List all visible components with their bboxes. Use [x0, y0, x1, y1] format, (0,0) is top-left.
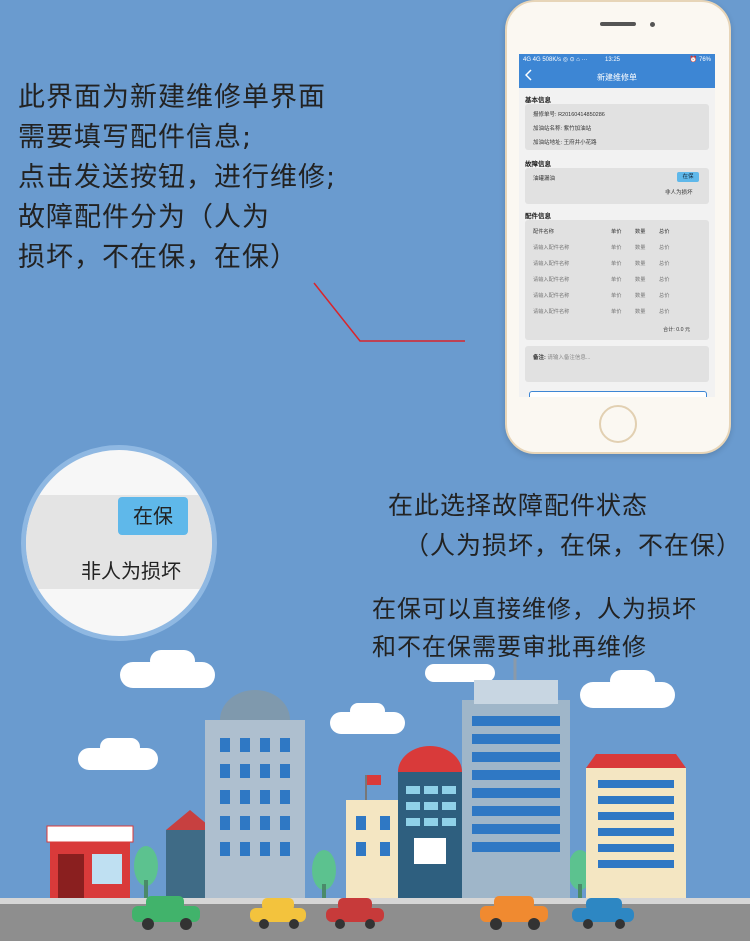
part-qty-input[interactable]: 数量 — [635, 276, 645, 283]
shop-building — [46, 825, 134, 900]
part-qty-input[interactable]: 数量 — [635, 244, 645, 251]
col-header-qty: 数量 — [635, 229, 646, 235]
part-price-input[interactable]: 单价 — [611, 276, 621, 283]
cloud-icon — [330, 703, 405, 734]
home-button — [599, 405, 637, 443]
part-qty-input[interactable]: 数量 — [635, 260, 645, 267]
part-name-input[interactable]: 请输入配件名称 — [533, 308, 569, 315]
section-title-fault: 故障信息 — [525, 161, 551, 168]
cloud-icon — [580, 670, 675, 708]
status-bar: 4G 4G 508K/s ◎ ⊙ ⌂ ··· 13:25 ⏰ 76% — [519, 54, 715, 66]
nav-bar: 新建维修单 — [519, 66, 715, 88]
field-label: 加油站名称: — [533, 126, 563, 132]
part-name-input[interactable]: 请输入配件名称 — [533, 244, 569, 251]
field-station-address: 加油站地址: 王府井小花路 — [533, 138, 597, 146]
apartment-building — [586, 754, 686, 900]
status-time: 13:25 — [605, 57, 621, 63]
part-name-input[interactable]: 请输入配件名称 — [533, 260, 569, 267]
remark-input[interactable]: 请输入备注信息... — [547, 355, 590, 361]
status-signal: 4G 4G 508K/s ◎ ⊙ ⌂ ··· — [523, 57, 588, 63]
remark-label: 备注: — [533, 355, 546, 361]
col-header-price: 单价 — [611, 229, 622, 235]
parts-info-card: 配件名称 单价 数量 总价 请输入配件名称 单价 数量 总价 请输入配件名称 单… — [525, 220, 709, 340]
dome-building — [398, 746, 462, 900]
field-label: 加油站地址: — [533, 140, 563, 146]
zoom-status-option: 非人为损坏 — [81, 559, 181, 583]
front-camera — [650, 22, 655, 27]
instruction-line: 此界面为新建维修单界面 — [18, 82, 326, 113]
annotation-approval-line: 在保可以直接维修，人为损坏 — [372, 595, 697, 623]
cloud-icon — [120, 650, 215, 688]
field-label: 报修单号: — [533, 112, 557, 118]
part-name-input[interactable]: 请输入配件名称 — [533, 276, 569, 283]
zoom-magnifier: 在保 非人为损坏 — [21, 445, 217, 641]
cloud-icon — [78, 738, 158, 770]
basic-info-card: 报修单号: R20160414850286 加油站名称: 紫竹加油站 加油站地址… — [525, 104, 709, 150]
part-price-input[interactable]: 单价 — [611, 244, 621, 251]
part-price-input[interactable]: 单价 — [611, 260, 621, 267]
office-building — [346, 775, 402, 900]
status-battery: ⏰ 76% — [689, 57, 711, 63]
phone-mockup: 4G 4G 508K/s ◎ ⊙ ⌂ ··· 13:25 ⏰ 76% 新建维修单… — [505, 0, 731, 454]
fault-info-card: 油罐漏油 在保 非人为损坏 — [525, 168, 709, 204]
instruction-line: 需要填写配件信息; — [18, 122, 253, 153]
part-qty-input[interactable]: 数量 — [635, 292, 645, 299]
field-order-number: 报修单号: R20160414850286 — [533, 110, 605, 118]
instruction-line: 故障配件分为（人为 — [18, 202, 270, 233]
col-header-total: 总价 — [659, 229, 670, 235]
col-header-name: 配件名称 — [533, 229, 554, 235]
annotation-select-status: 在此选择故障配件状态 — [388, 491, 649, 520]
remark-row: 备注: 请输入备注信息... — [533, 353, 590, 361]
field-value: 紫竹加油站 — [563, 126, 592, 132]
status-tag-selected[interactable]: 在保 — [677, 172, 699, 182]
speaker-grille — [600, 22, 636, 26]
field-value: R20160414850286 — [558, 112, 605, 118]
field-station-name: 加油站名称: 紫竹加油站 — [533, 124, 591, 132]
part-price-input[interactable]: 单价 — [611, 308, 621, 315]
city-illustration — [0, 650, 750, 941]
part-qty-input[interactable]: 数量 — [635, 308, 645, 315]
total-label: 合计: — [663, 327, 675, 333]
status-tag-option[interactable]: 非人为损坏 — [665, 188, 693, 196]
parts-total: 合计: 0.0 元 — [663, 326, 690, 333]
part-total-cell: 总价 — [659, 293, 670, 299]
instruction-line: 损坏，不在保，在保） — [18, 242, 298, 273]
instruction-text: 此界面为新建维修单界面 需要填写配件信息; 点击发送按钮，进行维修; 故障配件分… — [18, 78, 378, 278]
remark-field[interactable]: 备注: 请输入备注信息... — [525, 346, 709, 382]
part-price-input[interactable]: 单价 — [611, 292, 621, 299]
field-value: 王府井小花路 — [563, 140, 597, 146]
tree-icon — [134, 846, 158, 900]
section-title-basic: 基本信息 — [525, 97, 551, 104]
page-title: 新建维修单 — [597, 73, 637, 82]
glass-tower-building — [462, 658, 570, 900]
section-title-parts: 配件信息 — [525, 213, 551, 220]
instruction-line: 点击发送按钮，进行维修; — [18, 162, 337, 193]
part-total-cell: 总价 — [659, 277, 670, 283]
app-screen: 4G 4G 508K/s ◎ ⊙ ⌂ ··· 13:25 ⏰ 76% 新建维修单… — [519, 54, 715, 397]
annotation-status-options: （人为损坏，在保，不在保） — [404, 531, 743, 560]
cloud-icon — [425, 664, 495, 682]
total-value: 0.0 元 — [676, 327, 691, 333]
zoom-status-selected: 在保 — [118, 497, 188, 535]
tree-icon — [312, 850, 336, 900]
part-total-cell: 总价 — [659, 245, 670, 251]
part-total-cell: 总价 — [659, 309, 670, 315]
fault-item: 油罐漏油 — [533, 176, 556, 182]
tower-building — [205, 690, 305, 900]
part-total-cell: 总价 — [659, 261, 670, 267]
part-name-input[interactable]: 请输入配件名称 — [533, 292, 569, 299]
send-button[interactable]: 发 送 — [529, 391, 707, 397]
